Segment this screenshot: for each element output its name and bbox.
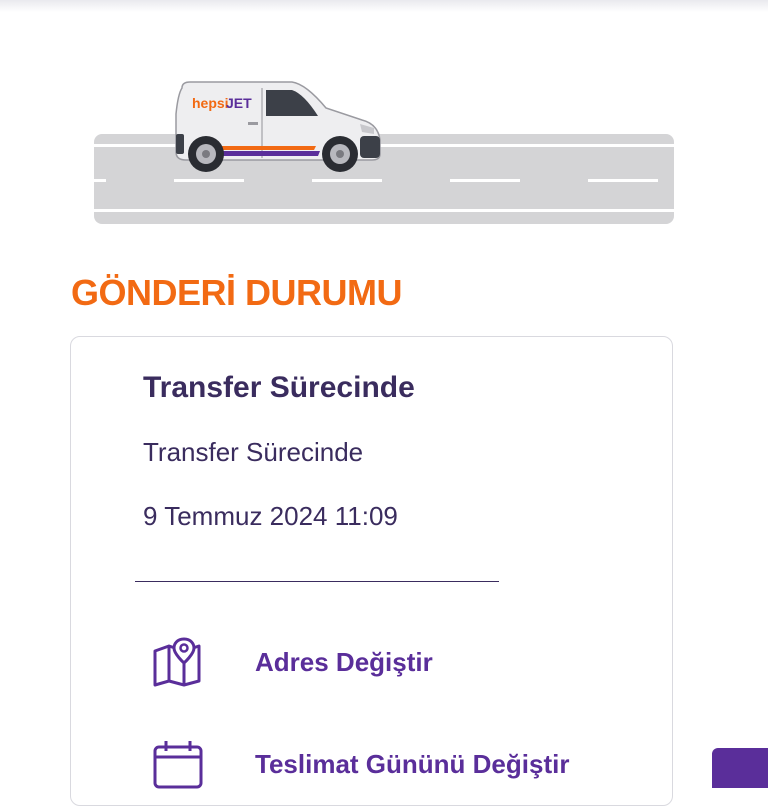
divider — [135, 581, 499, 582]
van-logo-jet: JET — [226, 95, 252, 111]
shipment-status-card: Transfer Sürecinde Transfer Sürecinde 9 … — [70, 336, 673, 806]
change-address-button[interactable]: Adres Değiştir — [151, 637, 433, 687]
status-datetime: 9 Temmuz 2024 11:09 — [143, 501, 398, 531]
change-delivery-day-button[interactable]: Teslimat Gününü Değiştir — [151, 739, 569, 789]
change-address-label: Adres Değiştir — [255, 646, 433, 677]
delivery-illustration: hepsi JET — [0, 60, 768, 240]
top-shadow — [0, 0, 768, 12]
status-heading: Transfer Sürecinde — [143, 371, 415, 404]
calendar-icon — [151, 739, 207, 789]
map-pin-icon — [151, 637, 207, 687]
status-description: Transfer Sürecinde — [143, 437, 364, 467]
shipment-status-title: GÖNDERİ DURUMU — [71, 272, 403, 313]
floating-action-button[interactable] — [712, 748, 768, 788]
van-on-road-illustration: hepsi JET — [94, 81, 674, 224]
change-delivery-day-label: Teslimat Gününü Değiştir — [255, 748, 570, 779]
van-logo-hepsi: hepsi — [192, 95, 229, 111]
